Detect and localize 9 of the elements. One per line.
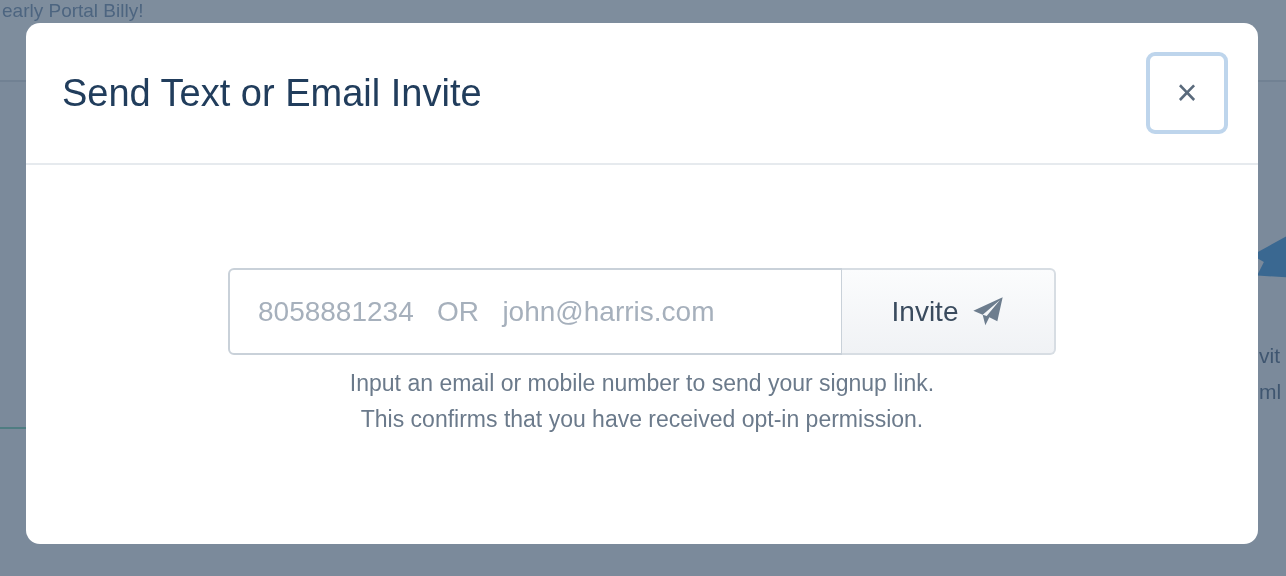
page-text: ml xyxy=(1259,379,1282,405)
page-text: vit xyxy=(1259,343,1281,369)
contact-input-field[interactable]: 8058881234 OR john@harris.com xyxy=(228,268,842,355)
close-button[interactable]: × xyxy=(1146,52,1228,134)
dialog-title: Send Text or Email Invite xyxy=(62,71,482,115)
invite-button[interactable]: Invite xyxy=(842,268,1056,355)
send-icon xyxy=(972,295,1005,328)
help-text: This confirms that you have received opt-in permission. xyxy=(360,405,924,434)
help-text: Input an email or mobile number to send your signup link. xyxy=(349,369,935,398)
